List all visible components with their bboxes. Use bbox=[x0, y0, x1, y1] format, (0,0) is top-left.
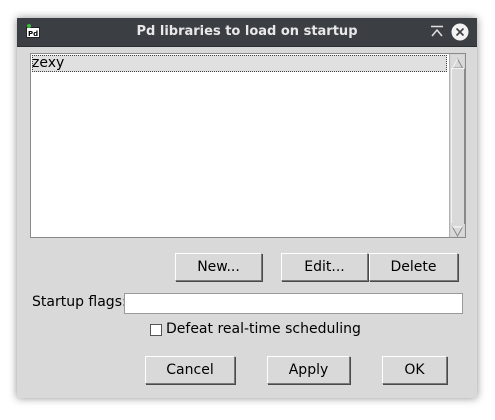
library-listbox[interactable]: zexy bbox=[30, 53, 466, 238]
delete-button[interactable]: Delete bbox=[369, 253, 458, 281]
titlebar[interactable]: Pd Pd libraries to load on startup bbox=[17, 18, 477, 47]
minimize-icon bbox=[431, 25, 443, 37]
edit-button[interactable]: Edit... bbox=[281, 253, 368, 281]
list-scrollbar[interactable] bbox=[449, 54, 465, 238]
arrow-down-icon bbox=[451, 226, 464, 238]
startup-flags-label: Startup flags: bbox=[32, 294, 127, 310]
scroll-down-button[interactable] bbox=[451, 223, 464, 238]
apply-button[interactable]: Apply bbox=[267, 356, 350, 384]
close-icon bbox=[451, 23, 469, 41]
window-title: Pd libraries to load on startup bbox=[136, 24, 358, 39]
scroll-up-button[interactable] bbox=[451, 55, 464, 69]
new-button[interactable]: New... bbox=[175, 253, 262, 281]
close-button[interactable] bbox=[450, 22, 470, 42]
defeat-realtime-checkbox[interactable] bbox=[150, 324, 162, 336]
minimize-button[interactable] bbox=[427, 22, 447, 42]
pd-libraries-dialog: Pd Pd libraries to load on startup zexy bbox=[17, 18, 477, 398]
ok-button[interactable]: OK bbox=[382, 356, 447, 384]
defeat-realtime-label[interactable]: Defeat real-time scheduling bbox=[166, 321, 361, 337]
list-item-label: zexy bbox=[32, 55, 65, 71]
scroll-thumb[interactable] bbox=[451, 68, 465, 224]
startup-flags-input[interactable] bbox=[124, 293, 463, 314]
cancel-button[interactable]: Cancel bbox=[145, 356, 235, 384]
list-item[interactable]: zexy bbox=[32, 55, 447, 72]
